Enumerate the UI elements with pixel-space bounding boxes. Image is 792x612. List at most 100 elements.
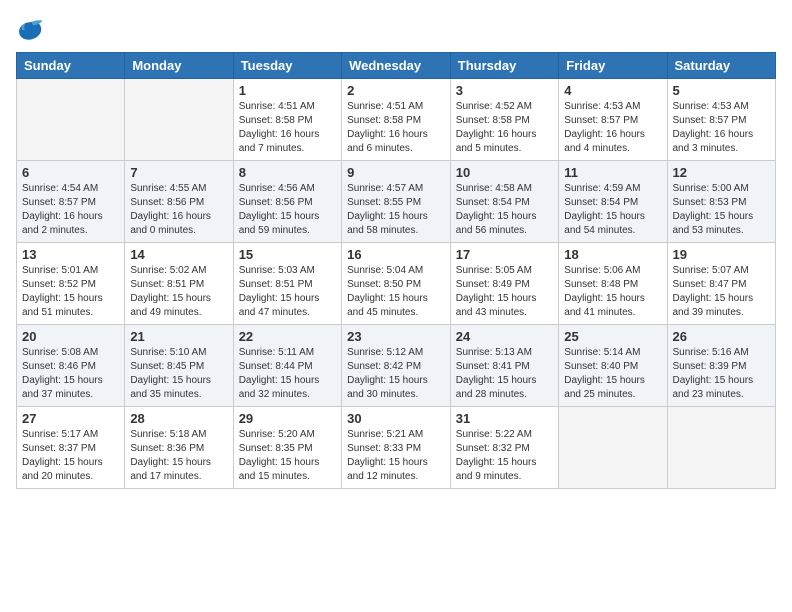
sunset-label: Sunset: 8:47 PM bbox=[673, 279, 747, 290]
sunrise-label: Sunrise: 4:53 AM bbox=[673, 101, 749, 112]
day-number: 6 bbox=[22, 165, 119, 180]
calendar-day-cell bbox=[125, 79, 233, 161]
calendar-day-cell: 23 Sunrise: 5:12 AM Sunset: 8:42 PM Dayl… bbox=[342, 325, 451, 407]
day-info: Sunrise: 4:52 AM Sunset: 8:58 PM Dayligh… bbox=[456, 100, 554, 156]
day-number: 27 bbox=[22, 411, 119, 426]
day-number: 16 bbox=[347, 247, 445, 262]
sunrise-label: Sunrise: 4:56 AM bbox=[239, 183, 315, 194]
daylight-label: Daylight: 15 hours and 45 minutes. bbox=[347, 293, 428, 318]
sunrise-label: Sunrise: 4:57 AM bbox=[347, 183, 423, 194]
day-number: 3 bbox=[456, 83, 554, 98]
daylight-label: Daylight: 16 hours and 2 minutes. bbox=[22, 211, 103, 236]
calendar-day-cell: 28 Sunrise: 5:18 AM Sunset: 8:36 PM Dayl… bbox=[125, 407, 233, 489]
day-info: Sunrise: 4:57 AM Sunset: 8:55 PM Dayligh… bbox=[347, 182, 445, 238]
sunset-label: Sunset: 8:40 PM bbox=[564, 361, 638, 372]
day-info: Sunrise: 4:54 AM Sunset: 8:57 PM Dayligh… bbox=[22, 182, 119, 238]
sunset-label: Sunset: 8:36 PM bbox=[130, 443, 204, 454]
day-info: Sunrise: 5:06 AM Sunset: 8:48 PM Dayligh… bbox=[564, 264, 661, 320]
daylight-label: Daylight: 15 hours and 12 minutes. bbox=[347, 457, 428, 482]
daylight-label: Daylight: 15 hours and 54 minutes. bbox=[564, 211, 645, 236]
day-info: Sunrise: 5:22 AM Sunset: 8:32 PM Dayligh… bbox=[456, 428, 554, 484]
sunset-label: Sunset: 8:52 PM bbox=[22, 279, 96, 290]
sunrise-label: Sunrise: 5:18 AM bbox=[130, 429, 206, 440]
calendar-day-cell: 7 Sunrise: 4:55 AM Sunset: 8:56 PM Dayli… bbox=[125, 161, 233, 243]
day-number: 11 bbox=[564, 165, 661, 180]
sunrise-label: Sunrise: 4:52 AM bbox=[456, 101, 532, 112]
sunrise-label: Sunrise: 5:12 AM bbox=[347, 347, 423, 358]
daylight-label: Daylight: 15 hours and 23 minutes. bbox=[673, 375, 754, 400]
weekday-header-monday: Monday bbox=[125, 53, 233, 79]
sunrise-label: Sunrise: 5:05 AM bbox=[456, 265, 532, 276]
day-number: 25 bbox=[564, 329, 661, 344]
sunset-label: Sunset: 8:55 PM bbox=[347, 197, 421, 208]
calendar-day-cell bbox=[559, 407, 667, 489]
weekday-header-thursday: Thursday bbox=[450, 53, 559, 79]
day-number: 15 bbox=[239, 247, 336, 262]
day-info: Sunrise: 5:10 AM Sunset: 8:45 PM Dayligh… bbox=[130, 346, 227, 402]
sunset-label: Sunset: 8:50 PM bbox=[347, 279, 421, 290]
calendar-day-cell: 15 Sunrise: 5:03 AM Sunset: 8:51 PM Dayl… bbox=[233, 243, 341, 325]
day-number: 28 bbox=[130, 411, 227, 426]
calendar-day-cell: 25 Sunrise: 5:14 AM Sunset: 8:40 PM Dayl… bbox=[559, 325, 667, 407]
calendar-day-cell: 5 Sunrise: 4:53 AM Sunset: 8:57 PM Dayli… bbox=[667, 79, 776, 161]
calendar-day-cell: 31 Sunrise: 5:22 AM Sunset: 8:32 PM Dayl… bbox=[450, 407, 559, 489]
day-info: Sunrise: 5:03 AM Sunset: 8:51 PM Dayligh… bbox=[239, 264, 336, 320]
day-info: Sunrise: 5:11 AM Sunset: 8:44 PM Dayligh… bbox=[239, 346, 336, 402]
daylight-label: Daylight: 16 hours and 5 minutes. bbox=[456, 129, 537, 154]
day-number: 9 bbox=[347, 165, 445, 180]
sunrise-label: Sunrise: 4:58 AM bbox=[456, 183, 532, 194]
sunrise-label: Sunrise: 5:22 AM bbox=[456, 429, 532, 440]
sunset-label: Sunset: 8:57 PM bbox=[564, 115, 638, 126]
sunset-label: Sunset: 8:57 PM bbox=[673, 115, 747, 126]
sunrise-label: Sunrise: 5:21 AM bbox=[347, 429, 423, 440]
sunset-label: Sunset: 8:49 PM bbox=[456, 279, 530, 290]
calendar-day-cell: 30 Sunrise: 5:21 AM Sunset: 8:33 PM Dayl… bbox=[342, 407, 451, 489]
calendar-day-cell bbox=[17, 79, 125, 161]
daylight-label: Daylight: 15 hours and 9 minutes. bbox=[456, 457, 537, 482]
day-info: Sunrise: 4:53 AM Sunset: 8:57 PM Dayligh… bbox=[564, 100, 661, 156]
sunrise-label: Sunrise: 5:01 AM bbox=[22, 265, 98, 276]
daylight-label: Daylight: 15 hours and 59 minutes. bbox=[239, 211, 320, 236]
sunset-label: Sunset: 8:58 PM bbox=[456, 115, 530, 126]
weekday-header-saturday: Saturday bbox=[667, 53, 776, 79]
day-info: Sunrise: 4:55 AM Sunset: 8:56 PM Dayligh… bbox=[130, 182, 227, 238]
day-info: Sunrise: 5:13 AM Sunset: 8:41 PM Dayligh… bbox=[456, 346, 554, 402]
calendar-week-row: 20 Sunrise: 5:08 AM Sunset: 8:46 PM Dayl… bbox=[17, 325, 776, 407]
day-info: Sunrise: 4:53 AM Sunset: 8:57 PM Dayligh… bbox=[673, 100, 771, 156]
day-info: Sunrise: 5:21 AM Sunset: 8:33 PM Dayligh… bbox=[347, 428, 445, 484]
sunrise-label: Sunrise: 5:17 AM bbox=[22, 429, 98, 440]
sunrise-label: Sunrise: 5:02 AM bbox=[130, 265, 206, 276]
calendar-day-cell: 11 Sunrise: 4:59 AM Sunset: 8:54 PM Dayl… bbox=[559, 161, 667, 243]
sunrise-label: Sunrise: 5:13 AM bbox=[456, 347, 532, 358]
sunrise-label: Sunrise: 5:08 AM bbox=[22, 347, 98, 358]
sunrise-label: Sunrise: 5:10 AM bbox=[130, 347, 206, 358]
calendar-week-row: 13 Sunrise: 5:01 AM Sunset: 8:52 PM Dayl… bbox=[17, 243, 776, 325]
day-number: 19 bbox=[673, 247, 771, 262]
sunset-label: Sunset: 8:57 PM bbox=[22, 197, 96, 208]
sunrise-label: Sunrise: 4:54 AM bbox=[22, 183, 98, 194]
daylight-label: Daylight: 15 hours and 47 minutes. bbox=[239, 293, 320, 318]
day-info: Sunrise: 5:14 AM Sunset: 8:40 PM Dayligh… bbox=[564, 346, 661, 402]
daylight-label: Daylight: 15 hours and 15 minutes. bbox=[239, 457, 320, 482]
day-number: 2 bbox=[347, 83, 445, 98]
day-number: 10 bbox=[456, 165, 554, 180]
calendar-day-cell: 22 Sunrise: 5:11 AM Sunset: 8:44 PM Dayl… bbox=[233, 325, 341, 407]
day-number: 23 bbox=[347, 329, 445, 344]
calendar-day-cell: 6 Sunrise: 4:54 AM Sunset: 8:57 PM Dayli… bbox=[17, 161, 125, 243]
day-info: Sunrise: 5:02 AM Sunset: 8:51 PM Dayligh… bbox=[130, 264, 227, 320]
daylight-label: Daylight: 15 hours and 30 minutes. bbox=[347, 375, 428, 400]
sunset-label: Sunset: 8:58 PM bbox=[347, 115, 421, 126]
daylight-label: Daylight: 15 hours and 43 minutes. bbox=[456, 293, 537, 318]
day-info: Sunrise: 5:18 AM Sunset: 8:36 PM Dayligh… bbox=[130, 428, 227, 484]
calendar-day-cell: 3 Sunrise: 4:52 AM Sunset: 8:58 PM Dayli… bbox=[450, 79, 559, 161]
calendar-day-cell: 9 Sunrise: 4:57 AM Sunset: 8:55 PM Dayli… bbox=[342, 161, 451, 243]
daylight-label: Daylight: 15 hours and 37 minutes. bbox=[22, 375, 103, 400]
day-info: Sunrise: 4:59 AM Sunset: 8:54 PM Dayligh… bbox=[564, 182, 661, 238]
sunset-label: Sunset: 8:37 PM bbox=[22, 443, 96, 454]
day-number: 29 bbox=[239, 411, 336, 426]
day-info: Sunrise: 5:01 AM Sunset: 8:52 PM Dayligh… bbox=[22, 264, 119, 320]
sunrise-label: Sunrise: 5:11 AM bbox=[239, 347, 314, 358]
calendar-table: SundayMondayTuesdayWednesdayThursdayFrid… bbox=[16, 52, 776, 489]
calendar-day-cell: 19 Sunrise: 5:07 AM Sunset: 8:47 PM Dayl… bbox=[667, 243, 776, 325]
day-number: 4 bbox=[564, 83, 661, 98]
